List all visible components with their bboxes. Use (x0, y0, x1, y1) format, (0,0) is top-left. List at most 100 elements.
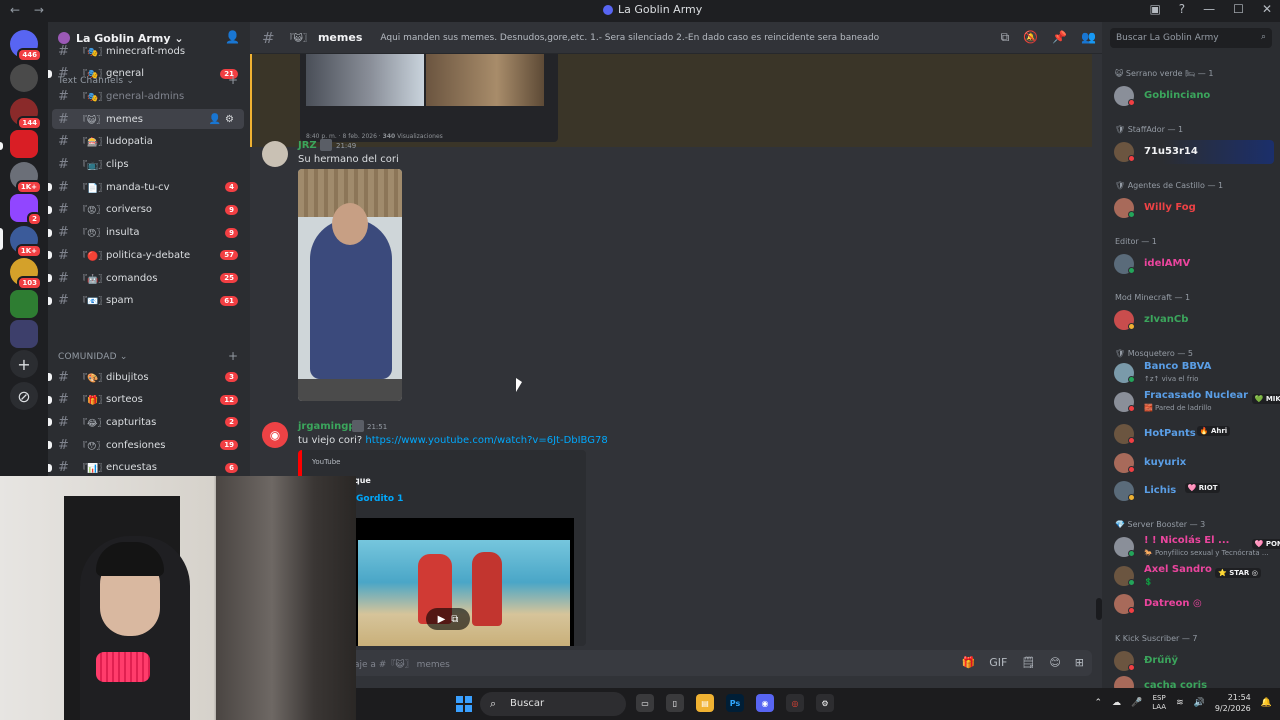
create-channel-icon[interactable]: + (228, 73, 238, 87)
avatar[interactable] (262, 141, 288, 167)
server-icon[interactable] (10, 64, 38, 92)
apps-icon[interactable]: ⊞ (1075, 656, 1084, 669)
create-channel-icon[interactable]: + (228, 349, 238, 363)
forward-arrow-icon[interactable]: → (34, 3, 44, 17)
back-arrow-icon[interactable]: ← (10, 3, 20, 17)
channel-dibujitos[interactable]: # 『🎨〗 dibujitos 3 (48, 367, 244, 387)
channel-politica-y-debate[interactable]: # 『🔴〗 politica-y-debate 57 (48, 245, 244, 265)
avatar[interactable]: ◉ (262, 422, 288, 448)
member-item[interactable]: Banco BBVA ↑z↑ viva el frio (1114, 361, 1274, 385)
message-image-attachment[interactable] (298, 169, 402, 401)
server-icon[interactable] (10, 130, 38, 158)
language-indicator[interactable]: ESP LAA (1152, 694, 1166, 712)
explore-button[interactable]: ⊘ (10, 382, 38, 410)
embed-author[interactable]: que (354, 476, 371, 485)
category-comunidad[interactable]: COMUNIDAD ⌄ (58, 352, 128, 362)
member-item[interactable]: Lichis 🩷 RIOT (1114, 479, 1274, 503)
server-icon[interactable] (10, 320, 38, 348)
file-explorer-icon[interactable]: ▤ (696, 694, 714, 712)
embed-title[interactable]: Gordito 1 (356, 494, 403, 504)
server-icon[interactable] (10, 290, 38, 318)
member-item[interactable]: HotPants 🔥 Ahri (1114, 422, 1274, 446)
channel-comandos[interactable]: # 『🤖〗 comandos 25 (48, 268, 244, 288)
task-view-icon[interactable]: ▭ (636, 694, 654, 712)
server-icon[interactable]: 1K+ (10, 162, 42, 194)
message-composer[interactable]: aje a #『😺〗 memes 🎁 GIF 🗒 😊 ⊞ (348, 650, 1092, 676)
sticker-icon[interactable]: 🗒 (1021, 656, 1035, 669)
member-item[interactable]: ! ! Nicolás El ... 🩷 PONY ◎🐎 Ponyfílico s… (1114, 535, 1280, 559)
channel-sorteos[interactable]: # 『🎁〗 sorteos 12 (48, 390, 244, 410)
category-text-channels[interactable]: Text Channels ⌄ (58, 76, 134, 86)
gif-icon[interactable]: GIF (989, 656, 1007, 669)
play-button[interactable]: ▶ ⧉ (426, 608, 470, 630)
previous-image-grid[interactable]: 8:40 p. m. · 8 feb. 2026 · 340 Visualiza… (300, 54, 558, 142)
member-item[interactable]: Willy Fog (1114, 196, 1274, 220)
volume-icon[interactable]: 🔊 (1194, 698, 1205, 708)
member-name: Banco BBVA (1144, 361, 1212, 372)
embed-provider[interactable]: YouTube (312, 458, 340, 466)
member-item[interactable]: Goblinciano (1114, 84, 1274, 108)
channel-minecraft-mods[interactable]: # 『🎭〗 minecraft-mods (52, 41, 244, 61)
wifi-icon[interactable]: ≋ (1176, 698, 1184, 708)
app-icon[interactable]: ⚙ (816, 694, 834, 712)
channel-label: clips (106, 159, 129, 170)
gear-icon[interactable]: ⚙ (225, 114, 238, 125)
channel-manda-tu-cv[interactable]: # 『📄〗 manda-tu-cv 4 (48, 177, 244, 197)
invite-member-icon[interactable]: 👤 (209, 114, 225, 125)
channel-coriverso[interactable]: # 『😡〗 coriverso 9 (48, 200, 244, 220)
pin-icon[interactable]: 📌 (1052, 30, 1067, 45)
chrome-icon[interactable]: ◎ (786, 694, 804, 712)
discord-taskbar-icon[interactable]: ◉ (756, 694, 774, 712)
inbox-icon[interactable]: ▣ (1149, 2, 1160, 16)
server-icon[interactable]: 103 (10, 258, 42, 290)
member-item[interactable]: Datreon ◎ (1114, 592, 1274, 616)
maximize-button[interactable]: ☐ (1233, 2, 1244, 16)
search-input[interactable]: Buscar La Goblin Army ⌕ (1110, 28, 1272, 48)
embed-image[interactable] (306, 54, 424, 106)
add-server-button[interactable]: + (10, 350, 38, 378)
server-icon[interactable]: 144 (10, 98, 42, 130)
minimize-button[interactable]: — (1203, 2, 1215, 16)
notifications-icon[interactable]: 🔔 (1261, 698, 1272, 708)
microphone-icon[interactable]: 🎤 (1131, 698, 1142, 708)
member-item[interactable]: Axel Sandro ⭐ STAR ◎ 💲 (1114, 564, 1274, 588)
windows-start-icon[interactable] (456, 696, 472, 712)
notification-bell-icon[interactable]: 🔕 (1023, 30, 1038, 45)
server-icon[interactable]: 2 (10, 194, 42, 226)
taskbar-search[interactable]: ⌕ Buscar (480, 692, 626, 716)
tray-chevron-icon[interactable]: ⌃ (1094, 698, 1102, 708)
member-list-icon[interactable]: 👥 (1081, 30, 1096, 45)
member-item[interactable]: Ðrűñÿ (1114, 649, 1274, 673)
video-thumbnail[interactable]: ▶ ⧉ (354, 518, 574, 646)
channel-clips[interactable]: # 『📺〗 clips (52, 155, 244, 175)
threads-icon[interactable]: ⧉ (1001, 30, 1010, 45)
app-icon[interactable]: ▯ (666, 694, 684, 712)
member-item[interactable]: idelAMV (1114, 252, 1274, 276)
channel-confesiones[interactable]: # 『😯〗 confesiones 19 (48, 435, 244, 455)
message-link[interactable]: https://www.youtube.com/watch?v=6Jt-DbIB… (365, 435, 607, 446)
channel-capturitas[interactable]: # 『😂〗 capturitas 2 (48, 412, 244, 432)
member-item[interactable]: 71u53r14 (1114, 140, 1274, 164)
embed-image[interactable] (426, 54, 544, 106)
network-icon[interactable]: ☁ (1112, 698, 1121, 708)
help-icon[interactable]: ? (1179, 2, 1185, 16)
channel-topic[interactable]: Aqui manden sus memes. Desnudos,gore,etc… (380, 33, 879, 43)
channel-insulta[interactable]: # 『😠〗 insulta 9 (48, 223, 244, 243)
clock[interactable]: 21:54 9/2/2026 (1215, 692, 1251, 714)
channel-spam[interactable]: # 『📧〗 spam 61 (48, 291, 244, 311)
gift-icon[interactable]: 🎁 (962, 656, 976, 669)
channel-general-admins[interactable]: # 『🎭〗 general-admins (52, 86, 244, 106)
close-button[interactable]: ✕ (1262, 2, 1272, 16)
emoji-icon[interactable]: 😊 (1049, 656, 1060, 669)
member-item[interactable]: zIvanCb (1114, 308, 1274, 332)
member-item[interactable]: kuyurix (1114, 451, 1274, 475)
server-icon[interactable]: 1K+ (10, 226, 42, 258)
member-item[interactable]: Fracasado Nuclear💚 MIKU 🧱 Pared de ladril… (1114, 390, 1280, 414)
member-group-header: 💎 Server Booster — 3 (1115, 520, 1206, 529)
channel-memes[interactable]: # 『😺〗 memes 👤⚙ (52, 109, 244, 130)
photoshop-icon[interactable]: Ps (726, 694, 744, 712)
channel-ludopatia[interactable]: # 『🎰〗 ludopatia (52, 132, 244, 152)
channel-encuestas[interactable]: # 『📊〗 encuestas 6 (48, 458, 244, 476)
direct-messages-button[interactable]: 446 (10, 30, 42, 62)
message-author[interactable]: JRZ (298, 140, 317, 151)
